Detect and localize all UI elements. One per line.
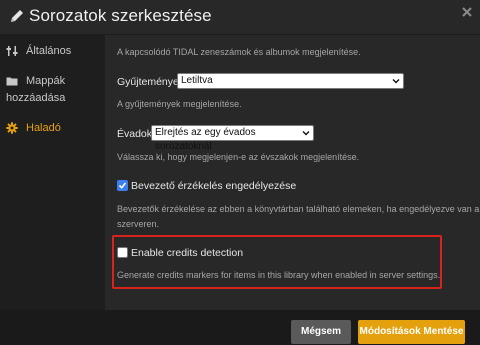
sidebar-item-advanced[interactable]: Haladó — [0, 120, 105, 140]
intro-detection-label[interactable]: Bevezető érzékelés engedélyezése — [131, 180, 296, 192]
intro-detection-help-line2: szerveren. — [117, 219, 160, 229]
sliders-icon — [6, 46, 18, 56]
collections-help: A gyűjtemények megjelenítése. — [117, 99, 242, 109]
sidebar-item-label: Haladó — [26, 122, 61, 134]
seasons-selected-value: Elrejtés az egy évados sorozatoknál — [155, 127, 256, 152]
highlight-box — [112, 235, 442, 289]
folder-icon — [6, 77, 18, 86]
gear-icon — [6, 122, 18, 134]
sidebar-item-label: Mappák — [26, 75, 66, 87]
seasons-label: Évadok — [117, 128, 153, 140]
chevron-down-icon — [302, 131, 310, 136]
checkmark-icon — [118, 182, 127, 189]
dialog-header: Sorozatok szerkesztése — [0, 0, 480, 35]
settings-sidebar: Általános Mappák hozzáadása Haladó — [0, 35, 105, 310]
sidebar-item-general[interactable]: Általános — [0, 43, 105, 63]
close-icon[interactable] — [460, 5, 474, 19]
collections-select[interactable]: Letiltva — [177, 73, 404, 89]
cancel-button[interactable]: Mégsem — [291, 320, 351, 344]
save-changes-button[interactable]: Módosítások Mentése — [358, 320, 465, 344]
intro-detection-help-line1: Bevezetők érzékelése az ebben a könyvtár… — [117, 204, 480, 214]
dialog-title: Sorozatok szerkesztése — [29, 6, 212, 25]
chevron-down-icon — [392, 79, 400, 84]
sidebar-item-label: Általános — [26, 45, 72, 57]
collections-selected-value: Letiltva — [181, 75, 213, 86]
sidebar-item-add-folders[interactable]: Mappák hozzáadása — [0, 73, 105, 109]
seasons-help: Válassza ki, hogy megjelenjen-e az évsza… — [117, 152, 360, 162]
seasons-select[interactable]: Elrejtés az egy évados sorozatoknál — [151, 125, 314, 152]
dialog-footer: Mégsem Módosítások Mentése — [0, 310, 480, 345]
sidebar-item-label-line2: hozzáadása — [6, 92, 66, 104]
edit-series-dialog: Sorozatok szerkesztése Általános Mappák … — [0, 0, 480, 345]
tidal-description: A kapcsolódó TIDAL zeneszámok és albumok… — [117, 47, 361, 57]
collections-label: Gyűjtemények — [117, 76, 185, 88]
intro-detection-checkbox[interactable] — [117, 180, 128, 191]
pencil-icon — [11, 10, 23, 22]
